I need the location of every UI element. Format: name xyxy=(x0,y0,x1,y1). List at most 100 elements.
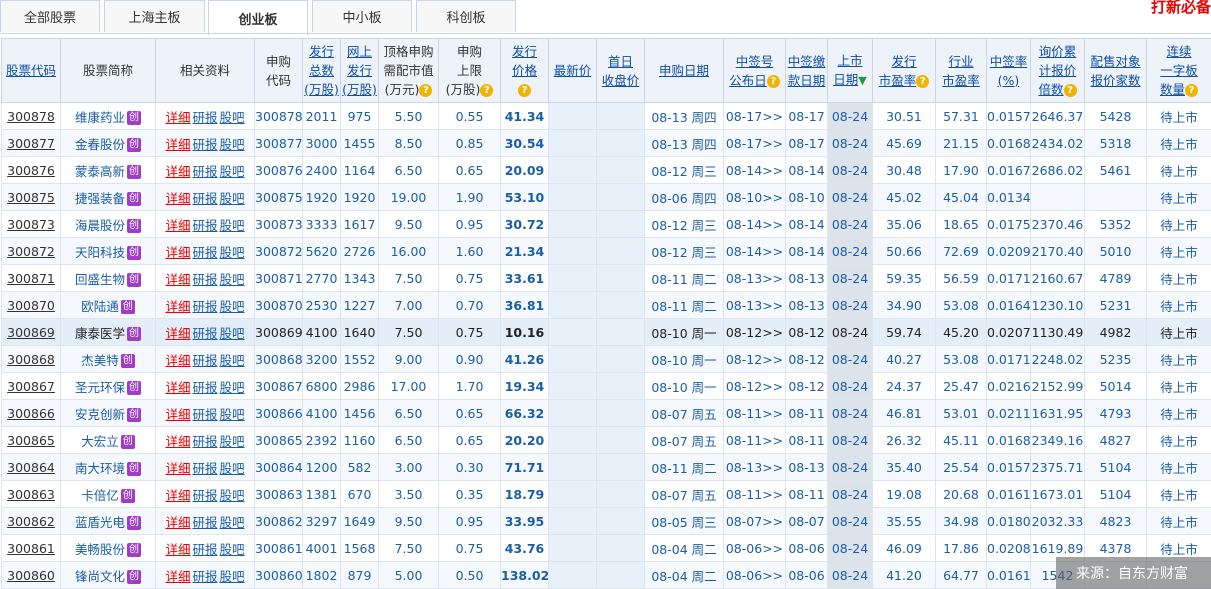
report-link[interactable]: 研报 xyxy=(192,569,217,584)
stock-code[interactable]: 300875 xyxy=(1,183,61,211)
detail-link[interactable]: 详细 xyxy=(165,434,190,449)
report-link[interactable]: 研报 xyxy=(192,272,217,287)
col-ind[interactable]: 行业 市盈率 xyxy=(935,38,987,103)
stock-name[interactable]: 卡倍亿创 xyxy=(60,480,156,508)
stock-code[interactable]: 300863 xyxy=(1,480,61,508)
stock-code[interactable]: 300867 xyxy=(1,372,61,400)
detail-link[interactable]: 详细 xyxy=(165,326,190,341)
col-pub[interactable]: 中签号 公布日? xyxy=(723,38,786,103)
forum-link[interactable]: 股吧 xyxy=(220,380,245,395)
col-pay[interactable]: 中签缴 款日期 xyxy=(785,38,828,103)
stock-name[interactable]: 杰美特创 xyxy=(60,345,156,373)
lottery-date[interactable]: 08-14>> xyxy=(723,210,786,238)
lottery-date[interactable]: 08-17>> xyxy=(723,102,786,130)
forum-link[interactable]: 股吧 xyxy=(220,569,245,584)
col-rate[interactable]: 中签率 (%) xyxy=(986,38,1031,103)
lottery-date[interactable]: 08-14>> xyxy=(723,237,786,265)
detail-link[interactable]: 详细 xyxy=(165,461,190,476)
col-pe[interactable]: 发行 市盈率? xyxy=(872,38,936,103)
stock-code[interactable]: 300870 xyxy=(1,291,61,319)
stock-code[interactable]: 300877 xyxy=(1,129,61,157)
report-link[interactable]: 研报 xyxy=(192,299,217,314)
lottery-date[interactable]: 08-13>> xyxy=(723,291,786,319)
lottery-date[interactable]: 08-12>> xyxy=(723,345,786,373)
stock-name[interactable]: 回盛生物创 xyxy=(60,264,156,292)
stock-code[interactable]: 300865 xyxy=(1,426,61,454)
stock-code[interactable]: 300864 xyxy=(1,453,61,481)
lottery-date[interactable]: 08-11>> xyxy=(723,480,786,508)
report-link[interactable]: 研报 xyxy=(192,137,217,152)
stock-name[interactable]: 蓝盾光电创 xyxy=(60,507,156,535)
lottery-date[interactable]: 08-11>> xyxy=(723,399,786,427)
stock-name[interactable]: 康泰医学创 xyxy=(60,318,156,346)
help-icon[interactable]: ? xyxy=(1185,84,1198,97)
report-link[interactable]: 研报 xyxy=(192,461,217,476)
detail-link[interactable]: 详细 xyxy=(165,110,190,125)
detail-link[interactable]: 详细 xyxy=(165,191,190,206)
tab-star[interactable]: 科创板 xyxy=(416,0,516,32)
lottery-date[interactable]: 08-12>> xyxy=(723,318,786,346)
lottery-date[interactable]: 08-06>> xyxy=(723,534,786,562)
forum-link[interactable]: 股吧 xyxy=(220,245,245,260)
detail-link[interactable]: 详细 xyxy=(165,542,190,557)
lottery-date[interactable]: 08-11>> xyxy=(723,426,786,454)
forum-link[interactable]: 股吧 xyxy=(220,110,245,125)
report-link[interactable]: 研报 xyxy=(192,110,217,125)
lottery-date[interactable]: 08-07>> xyxy=(723,507,786,535)
col-latest[interactable]: 最新价 xyxy=(548,38,597,103)
col-list[interactable]: 上市 日期▼ xyxy=(827,38,873,103)
help-icon[interactable]: ? xyxy=(916,74,930,88)
detail-link[interactable]: 详细 xyxy=(165,569,190,584)
detail-link[interactable]: 详细 xyxy=(165,164,190,179)
help-icon[interactable]: ? xyxy=(518,84,531,97)
forum-link[interactable]: 股吧 xyxy=(220,353,245,368)
stock-code[interactable]: 300862 xyxy=(1,507,61,535)
report-link[interactable]: 研报 xyxy=(192,164,217,179)
stock-name[interactable]: 海晨股份创 xyxy=(60,210,156,238)
stock-name[interactable]: 天阳科技创 xyxy=(60,237,156,265)
col-inq[interactable]: 询价累 计报价 倍数? xyxy=(1030,38,1085,103)
stock-name[interactable]: 捷强装备创 xyxy=(60,183,156,211)
forum-link[interactable]: 股吧 xyxy=(220,164,245,179)
col-price[interactable]: 发行 价格? xyxy=(500,38,549,103)
stock-code[interactable]: 300861 xyxy=(1,534,61,562)
tab-chinext[interactable]: 创业板 xyxy=(208,0,308,35)
stock-code[interactable]: 300876 xyxy=(1,156,61,184)
report-link[interactable]: 研报 xyxy=(192,245,217,260)
detail-link[interactable]: 详细 xyxy=(165,407,190,422)
stock-code[interactable]: 300878 xyxy=(1,102,61,130)
forum-link[interactable]: 股吧 xyxy=(220,326,245,341)
forum-link[interactable]: 股吧 xyxy=(220,191,245,206)
stock-name[interactable]: 蒙泰高新创 xyxy=(60,156,156,184)
report-link[interactable]: 研报 xyxy=(192,218,217,233)
detail-link[interactable]: 详细 xyxy=(165,488,190,503)
detail-link[interactable]: 详细 xyxy=(165,137,190,152)
forum-link[interactable]: 股吧 xyxy=(220,461,245,476)
help-icon[interactable]: ? xyxy=(766,74,780,88)
detail-link[interactable]: 详细 xyxy=(165,218,190,233)
stock-code[interactable]: 300871 xyxy=(1,264,61,292)
detail-link[interactable]: 详细 xyxy=(165,353,190,368)
report-link[interactable]: 研报 xyxy=(192,380,217,395)
forum-link[interactable]: 股吧 xyxy=(220,407,245,422)
promo-link[interactable]: 打新必备 xyxy=(1151,0,1211,17)
stock-name[interactable]: 南大环境创 xyxy=(60,453,156,481)
forum-link[interactable]: 股吧 xyxy=(220,542,245,557)
lottery-date[interactable]: 08-10>> xyxy=(723,183,786,211)
detail-link[interactable]: 详细 xyxy=(165,380,190,395)
report-link[interactable]: 研报 xyxy=(192,407,217,422)
stock-name[interactable]: 欧陆通创 xyxy=(60,291,156,319)
report-link[interactable]: 研报 xyxy=(192,353,217,368)
report-link[interactable]: 研报 xyxy=(192,326,217,341)
forum-link[interactable]: 股吧 xyxy=(220,515,245,530)
detail-link[interactable]: 详细 xyxy=(165,245,190,260)
col-alloc[interactable]: 配售对象 报价家数 xyxy=(1084,38,1147,103)
stock-name[interactable]: 金春股份创 xyxy=(60,129,156,157)
forum-link[interactable]: 股吧 xyxy=(220,488,245,503)
stock-code[interactable]: 300866 xyxy=(1,399,61,427)
stock-code[interactable]: 300868 xyxy=(1,345,61,373)
stock-code[interactable]: 300860 xyxy=(1,561,61,589)
stock-name[interactable]: 美畅股份创 xyxy=(60,534,156,562)
tab-all[interactable]: 全部股票 xyxy=(0,0,100,32)
help-icon[interactable]: ? xyxy=(480,84,494,97)
